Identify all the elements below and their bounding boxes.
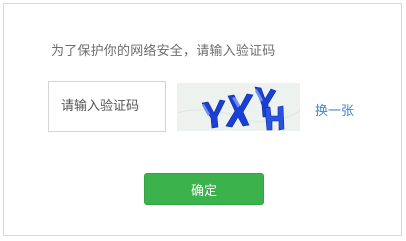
security-prompt: 为了保护你的网络安全，请输入验证码 [51, 44, 276, 59]
captcha-dialog: 为了保护你的网络安全，请输入验证码 请输入验证码 换一张 确定 [3, 3, 402, 236]
captcha-glyph [264, 105, 285, 131]
captcha-glyph [201, 99, 226, 129]
captcha-image[interactable] [177, 83, 300, 131]
confirm-button[interactable]: 确定 [144, 173, 264, 205]
refresh-captcha-link[interactable]: 换一张 [315, 100, 354, 119]
captcha-glyph [225, 93, 254, 128]
captcha-input[interactable] [48, 81, 166, 132]
